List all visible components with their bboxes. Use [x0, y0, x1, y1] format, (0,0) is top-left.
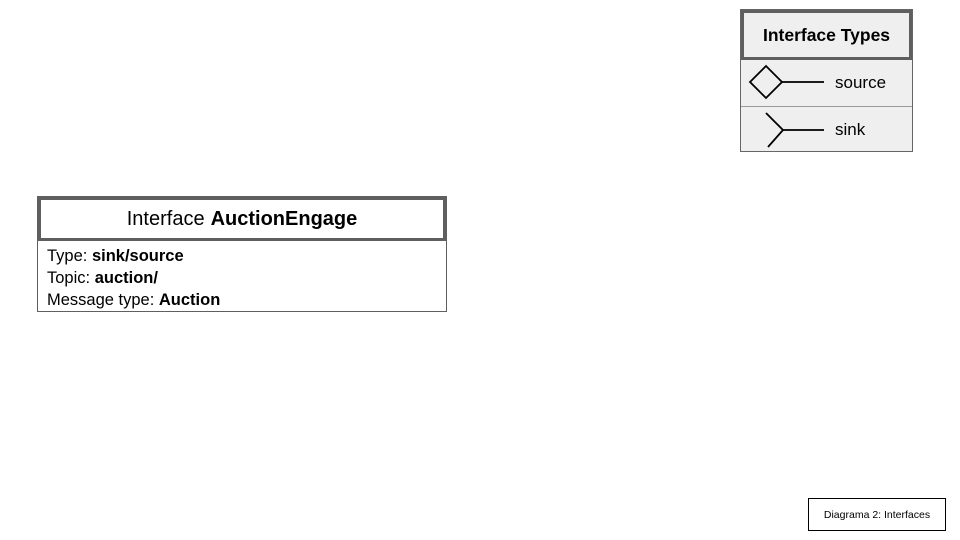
- legend-item-label: sink: [835, 120, 866, 139]
- diamond-line-icon: [748, 64, 824, 100]
- fork-line-icon: [765, 112, 824, 148]
- legend-item-sink: sink: [741, 106, 912, 153]
- interface-prefix: Interface: [126, 207, 205, 230]
- interface-field-label: Type:: [47, 247, 92, 265]
- interface-card-header: Interface AuctionEngage: [38, 197, 446, 241]
- interface-field-type: Type: sink/source: [47, 245, 220, 267]
- interface-field-topic: Topic: auction/: [47, 267, 220, 289]
- interface-field-label: Message type:: [47, 291, 159, 309]
- interface-card-body: Type: sink/source Topic: auction/ Messag…: [47, 245, 220, 311]
- diagram-caption: Diagrama 2: Interfaces: [808, 498, 946, 531]
- interface-card: Interface AuctionEngage Type: sink/sourc…: [37, 196, 447, 312]
- interface-field-value: auction/: [94, 269, 158, 287]
- legend-item-source: source: [741, 60, 912, 107]
- interface-name: AuctionEngage: [210, 207, 358, 230]
- interface-field-value: sink/source: [91, 247, 184, 265]
- interface-types-legend: Interface Types source sink: [740, 9, 913, 152]
- legend-title: Interface Types: [741, 10, 912, 60]
- interface-field-label: Topic:: [47, 269, 95, 287]
- interface-field-value: Auction: [158, 291, 221, 309]
- legend-item-label: source: [835, 73, 887, 92]
- interface-field-message-type: Message type: Auction: [47, 289, 220, 311]
